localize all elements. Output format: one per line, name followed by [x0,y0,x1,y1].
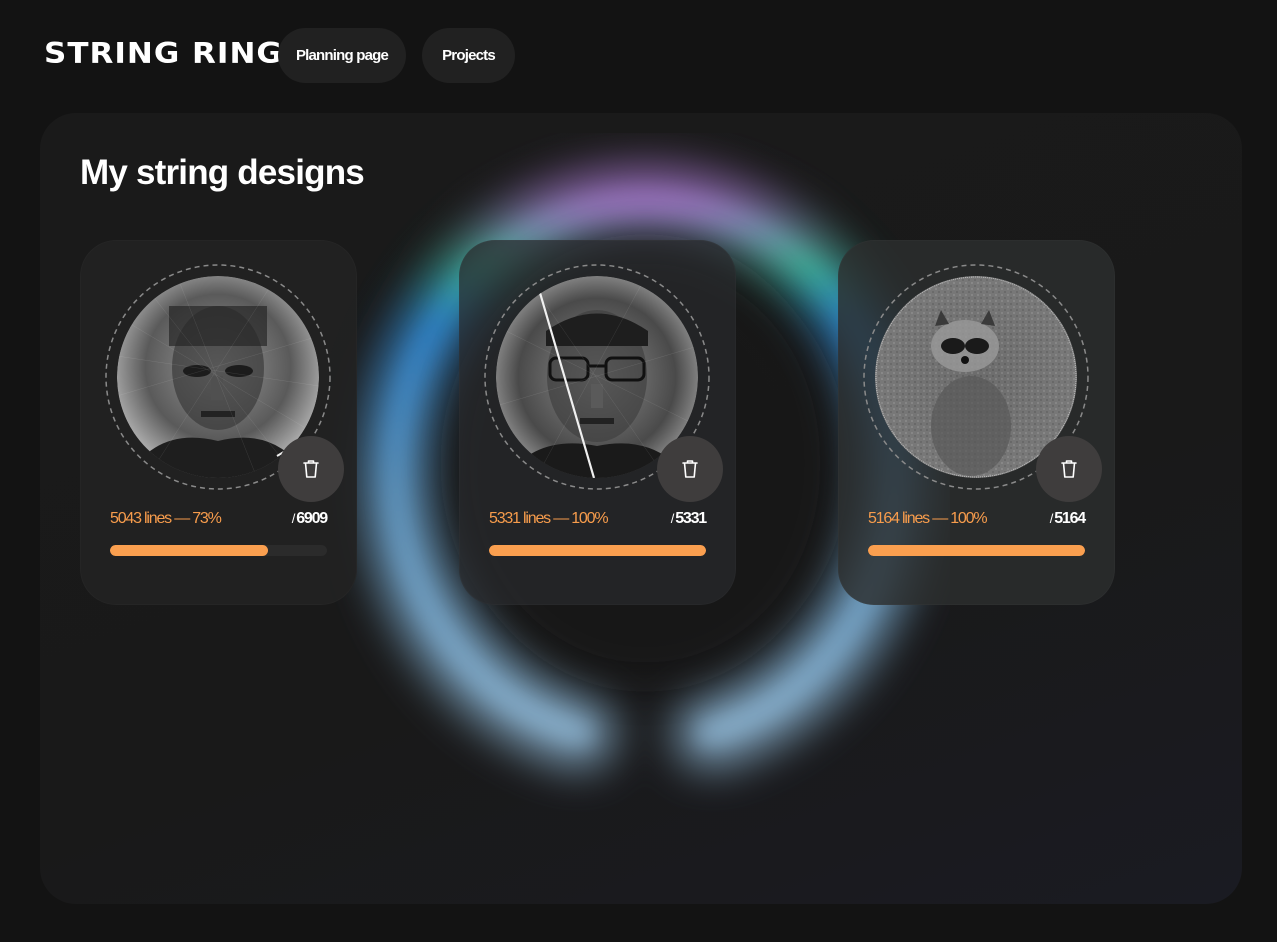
design-card[interactable]: 5043 lines — 73% /6909 [80,240,357,605]
total-lines-text: /5331 [670,510,707,527]
total-lines-text: /6909 [291,510,328,527]
designs-panel: My string designs 5043 lines — 73% / 690… [40,113,1242,904]
delete-design-button[interactable] [657,436,723,502]
top-bar: STRING RING Planning page Projects [0,0,1277,112]
trash-icon [303,460,319,478]
delete-design-button[interactable] [278,436,344,502]
app-logo[interactable]: STRING RING [44,36,283,73]
trash-icon [682,460,698,478]
nav-projects-button[interactable]: Projects [422,28,515,83]
progress-bar [110,545,327,556]
design-card[interactable]: 5164 lines — 100% /5164 [838,240,1115,605]
page-title: My string designs [80,153,365,192]
progress-bar [489,545,706,556]
progress-bar-fill [489,545,706,556]
lines-progress-text: 5043 lines — 73% [110,510,222,527]
progress-bar-fill [868,545,1085,556]
lines-progress-text: 5164 lines — 100% [868,510,988,527]
progress-bar [868,545,1085,556]
progress-bar-fill [110,545,269,556]
design-card[interactable]: 5331 lines — 100% /5331 [459,240,736,605]
string-art-preview[interactable] [105,264,344,502]
total-lines-text: /5164 [1049,510,1086,527]
string-art-preview[interactable] [484,264,723,502]
trash-icon [1061,460,1077,478]
delete-design-button[interactable] [1036,436,1102,502]
string-art-preview[interactable] [863,264,1102,502]
lines-progress-text: 5331 lines — 100% [489,510,609,527]
nav-planning-page-button[interactable]: Planning page [278,28,406,83]
